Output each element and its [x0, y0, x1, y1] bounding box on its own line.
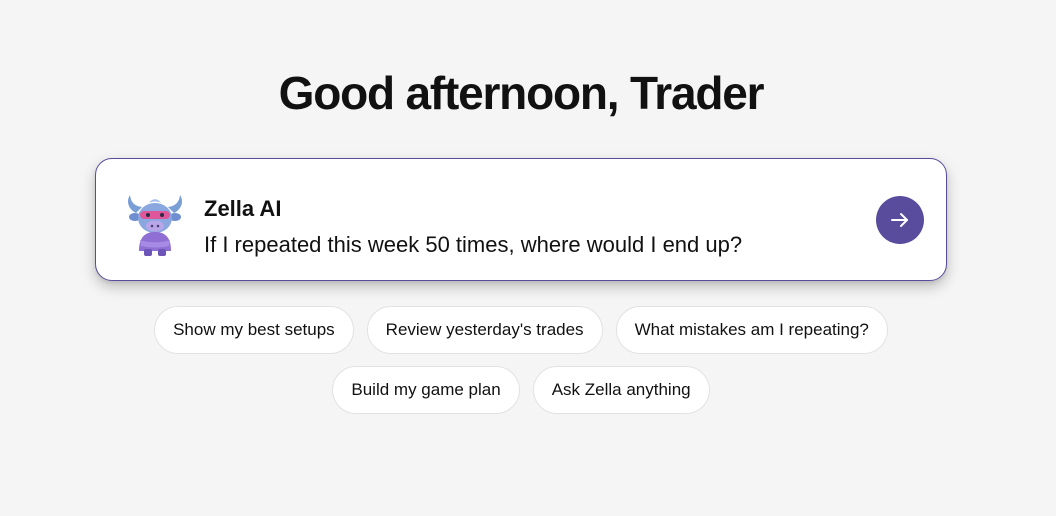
home-page: Good afternoon, Trader Zella AI If I rep… [0, 0, 1056, 516]
assistant-name: Zella AI [204, 196, 282, 221]
chip-show-best-setups[interactable]: Show my best setups [154, 306, 354, 354]
chip-mistakes-repeating[interactable]: What mistakes am I repeating? [615, 306, 888, 354]
bull-mascot-icon [122, 191, 188, 257]
suggestion-chips-row-1: Show my best setups Review yesterday's t… [0, 306, 1042, 354]
chip-build-game-plan[interactable]: Build my game plan [332, 366, 520, 414]
arrow-right-icon [891, 213, 908, 227]
chip-review-yesterdays-trades[interactable]: Review yesterday's trades [366, 306, 603, 354]
send-button[interactable] [876, 196, 924, 244]
chip-ask-zella-anything[interactable]: Ask Zella anything [532, 366, 710, 414]
suggestion-chips-row-2: Build my game plan Ask Zella anything [0, 366, 1042, 414]
ai-prompt-card[interactable]: Zella AI If I repeated this week 50 time… [95, 158, 947, 281]
suggested-question: If I repeated this week 50 times, where … [204, 232, 743, 257]
greeting-heading: Good afternoon, Trader [278, 67, 765, 119]
